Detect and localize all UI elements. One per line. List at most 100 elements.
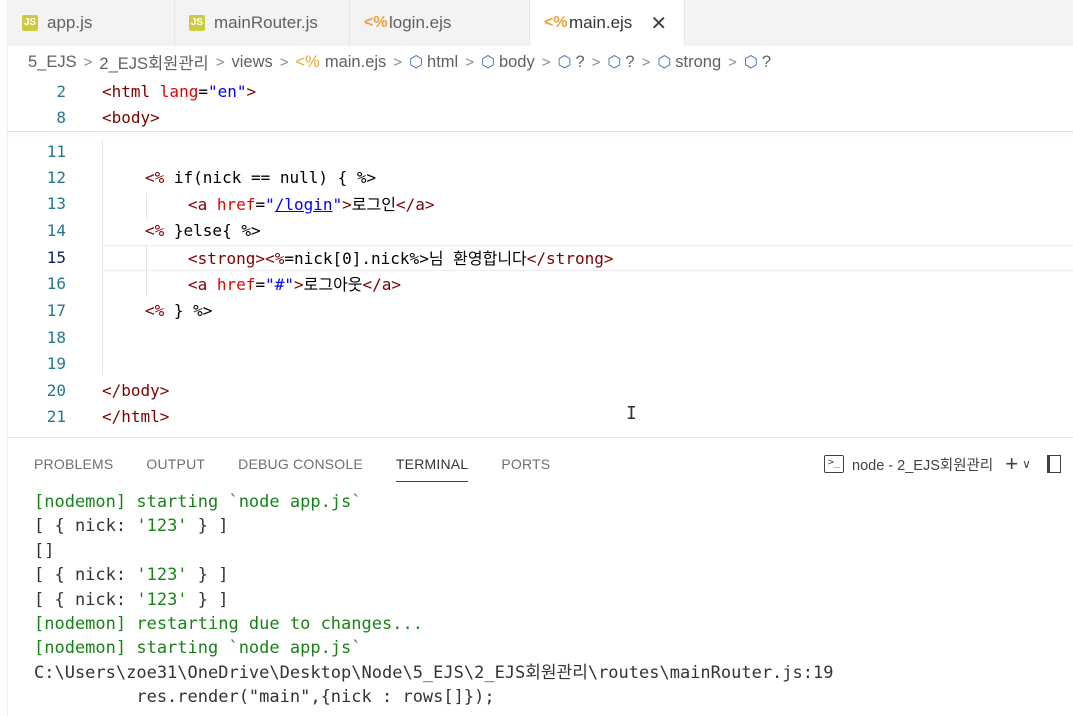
tab-ports[interactable]: PORTS: [501, 438, 550, 482]
symbol-cube-icon: ⬡: [409, 54, 424, 71]
tab-label: login.ejs: [389, 13, 452, 32]
chevron-right-icon: >: [541, 53, 551, 71]
line-number: 13: [46, 193, 66, 213]
breadcrumb-item[interactable]: main.ejs: [325, 53, 386, 72]
terminal-line: [ { nick: '123' } ]: [34, 565, 229, 586]
line-number: 16: [46, 273, 66, 293]
line-number: 15: [46, 247, 66, 267]
breadcrumb: 5_EJS > 2_EJS회원관리 > views > <% main.ejs …: [8, 46, 1073, 78]
code-line[interactable]: 13 <a href="/login">로그인</a>: [8, 190, 1073, 216]
chevron-right-icon: >: [83, 53, 93, 71]
code-line[interactable]: 19: [8, 350, 1073, 376]
code-line[interactable]: 20 </body>: [8, 377, 1073, 403]
chevron-right-icon: >: [728, 53, 737, 71]
code-text: <% }else{ %>: [145, 220, 261, 240]
breadcrumb-item[interactable]: ?: [575, 53, 584, 72]
code-text: <a href="/login">로그인</a>: [188, 195, 435, 214]
code-line[interactable]: 12 <% if(nick == null) { %>: [8, 164, 1073, 190]
terminal-line: [nodemon] restarting due to changes...: [34, 613, 423, 634]
add-terminal-icon[interactable]: +: [1005, 451, 1018, 477]
symbol-cube-icon: ⬡: [607, 54, 622, 71]
tab-login-ejs[interactable]: <% login.ejs: [350, 0, 530, 46]
tab-output[interactable]: OUTPUT: [146, 438, 205, 482]
tab-terminal[interactable]: TERMINAL: [395, 438, 469, 482]
code-line[interactable]: 14 <% }else{ %>: [8, 217, 1073, 243]
tab-main-ejs[interactable]: <% main.ejs ✕: [530, 0, 685, 46]
code-line[interactable]: 11: [8, 138, 1073, 164]
code-text: <a href="#">로그아웃</a>: [188, 275, 402, 294]
chevron-right-icon: >: [591, 53, 601, 71]
symbol-cube-icon: ⬡: [743, 54, 758, 71]
line-number: 14: [46, 220, 66, 240]
code-line[interactable]: 16 <a href="#">로그아웃</a>: [8, 270, 1073, 296]
code-text: <html lang="en">: [102, 81, 257, 101]
chevron-right-icon: >: [215, 53, 225, 71]
code-text: <% if(nick == null) { %>: [145, 167, 377, 187]
breadcrumb-item[interactable]: strong: [675, 53, 721, 72]
terminal-name[interactable]: node - 2_EJS회원관리: [852, 454, 993, 475]
code-line[interactable]: 17 <% } %>: [8, 297, 1073, 323]
symbol-cube-icon: ⬡: [557, 54, 572, 71]
line-number: 12: [46, 167, 66, 187]
tab-app-js[interactable]: JS app.js: [8, 0, 175, 46]
code-text: </body>: [102, 380, 170, 400]
code-line[interactable]: 18: [8, 324, 1073, 350]
line-number: 11: [46, 141, 66, 161]
tab-label: mainRouter.js: [214, 13, 318, 32]
text-cursor-icon: I: [626, 403, 637, 424]
terminal-controls: >_ node - 2_EJS회원관리 + ∨: [824, 450, 1061, 478]
code-text: <body>: [102, 107, 160, 127]
close-icon[interactable]: ✕: [650, 11, 667, 36]
editor-tab-bar: JS app.js JS mainRouter.js <% login.ejs …: [8, 0, 1073, 46]
breadcrumb-item[interactable]: html: [427, 53, 458, 72]
code-text: <strong><%=nick[0].nick%>님 환영합니다</strong…: [188, 249, 614, 268]
panel-tab-bar: PROBLEMS OUTPUT DEBUG CONSOLE TERMINAL P…: [8, 438, 557, 488]
ejs-file-icon: <%: [295, 52, 320, 71]
chevron-right-icon: >: [393, 53, 403, 71]
terminal-line: [ { nick: '123' } ]: [34, 589, 229, 610]
line-number: 20: [46, 380, 66, 400]
tab-problems[interactable]: PROBLEMS: [34, 438, 113, 482]
terminal-line: []: [34, 540, 55, 561]
breadcrumb-item[interactable]: body: [499, 53, 535, 72]
terminal-line: [nodemon] starting `node app.js`: [34, 638, 362, 659]
sticky-scroll-divider: [8, 131, 1073, 132]
tab-debug-console[interactable]: DEBUG CONSOLE: [238, 438, 363, 482]
line-number: 21: [46, 406, 66, 426]
ejs-file-icon: <%: [544, 14, 568, 31]
activity-edge: [0, 0, 8, 716]
chevron-right-icon: >: [465, 53, 474, 71]
code-line[interactable]: 2 <html lang="en">: [8, 78, 1073, 104]
code-text: <% } %>: [145, 300, 213, 320]
breadcrumb-item[interactable]: ?: [625, 53, 634, 72]
line-number: 17: [46, 300, 66, 320]
code-line[interactable]: 21 </html>: [8, 403, 1073, 429]
ejs-file-icon: <%: [364, 14, 388, 31]
bottom-panel: PROBLEMS OUTPUT DEBUG CONSOLE TERMINAL P…: [8, 437, 1073, 716]
line-number: 19: [46, 353, 66, 373]
line-number: 18: [46, 327, 66, 347]
breadcrumb-item[interactable]: 5_EJS: [28, 53, 77, 72]
split-terminal-icon[interactable]: [1046, 455, 1061, 473]
js-file-icon: JS: [22, 15, 38, 31]
tab-label: app.js: [47, 13, 93, 32]
tab-label: main.ejs: [569, 13, 633, 32]
terminal-line: res.render("main",{nick : rows[]});: [34, 687, 495, 708]
chevron-right-icon: >: [641, 53, 651, 71]
terminal-output[interactable]: [nodemon] starting `node app.js` [ { nic…: [34, 490, 833, 710]
breadcrumb-item[interactable]: 2_EJS회원관리: [99, 50, 208, 74]
code-line[interactable]: 8 <body>: [8, 104, 1073, 130]
breadcrumb-item[interactable]: views: [232, 53, 273, 72]
breadcrumb-item[interactable]: ?: [762, 53, 771, 72]
tab-main-router-js[interactable]: JS mainRouter.js: [175, 0, 350, 46]
terminal-line: [nodemon] starting `node app.js`: [34, 492, 362, 512]
js-file-icon: JS: [189, 15, 205, 31]
line-number: 8: [56, 107, 66, 127]
terminal-line: [ { nick: '123' } ]: [34, 516, 229, 537]
chevron-right-icon: >: [279, 53, 289, 71]
code-line-current[interactable]: 15 <strong><%=nick[0].nick%>님 환영합니다</str…: [8, 244, 1073, 270]
symbol-cube-icon: ⬡: [657, 54, 672, 71]
chevron-down-icon[interactable]: ∨: [1022, 457, 1031, 471]
symbol-cube-icon: ⬡: [480, 54, 495, 71]
code-text: </html>: [102, 406, 170, 426]
